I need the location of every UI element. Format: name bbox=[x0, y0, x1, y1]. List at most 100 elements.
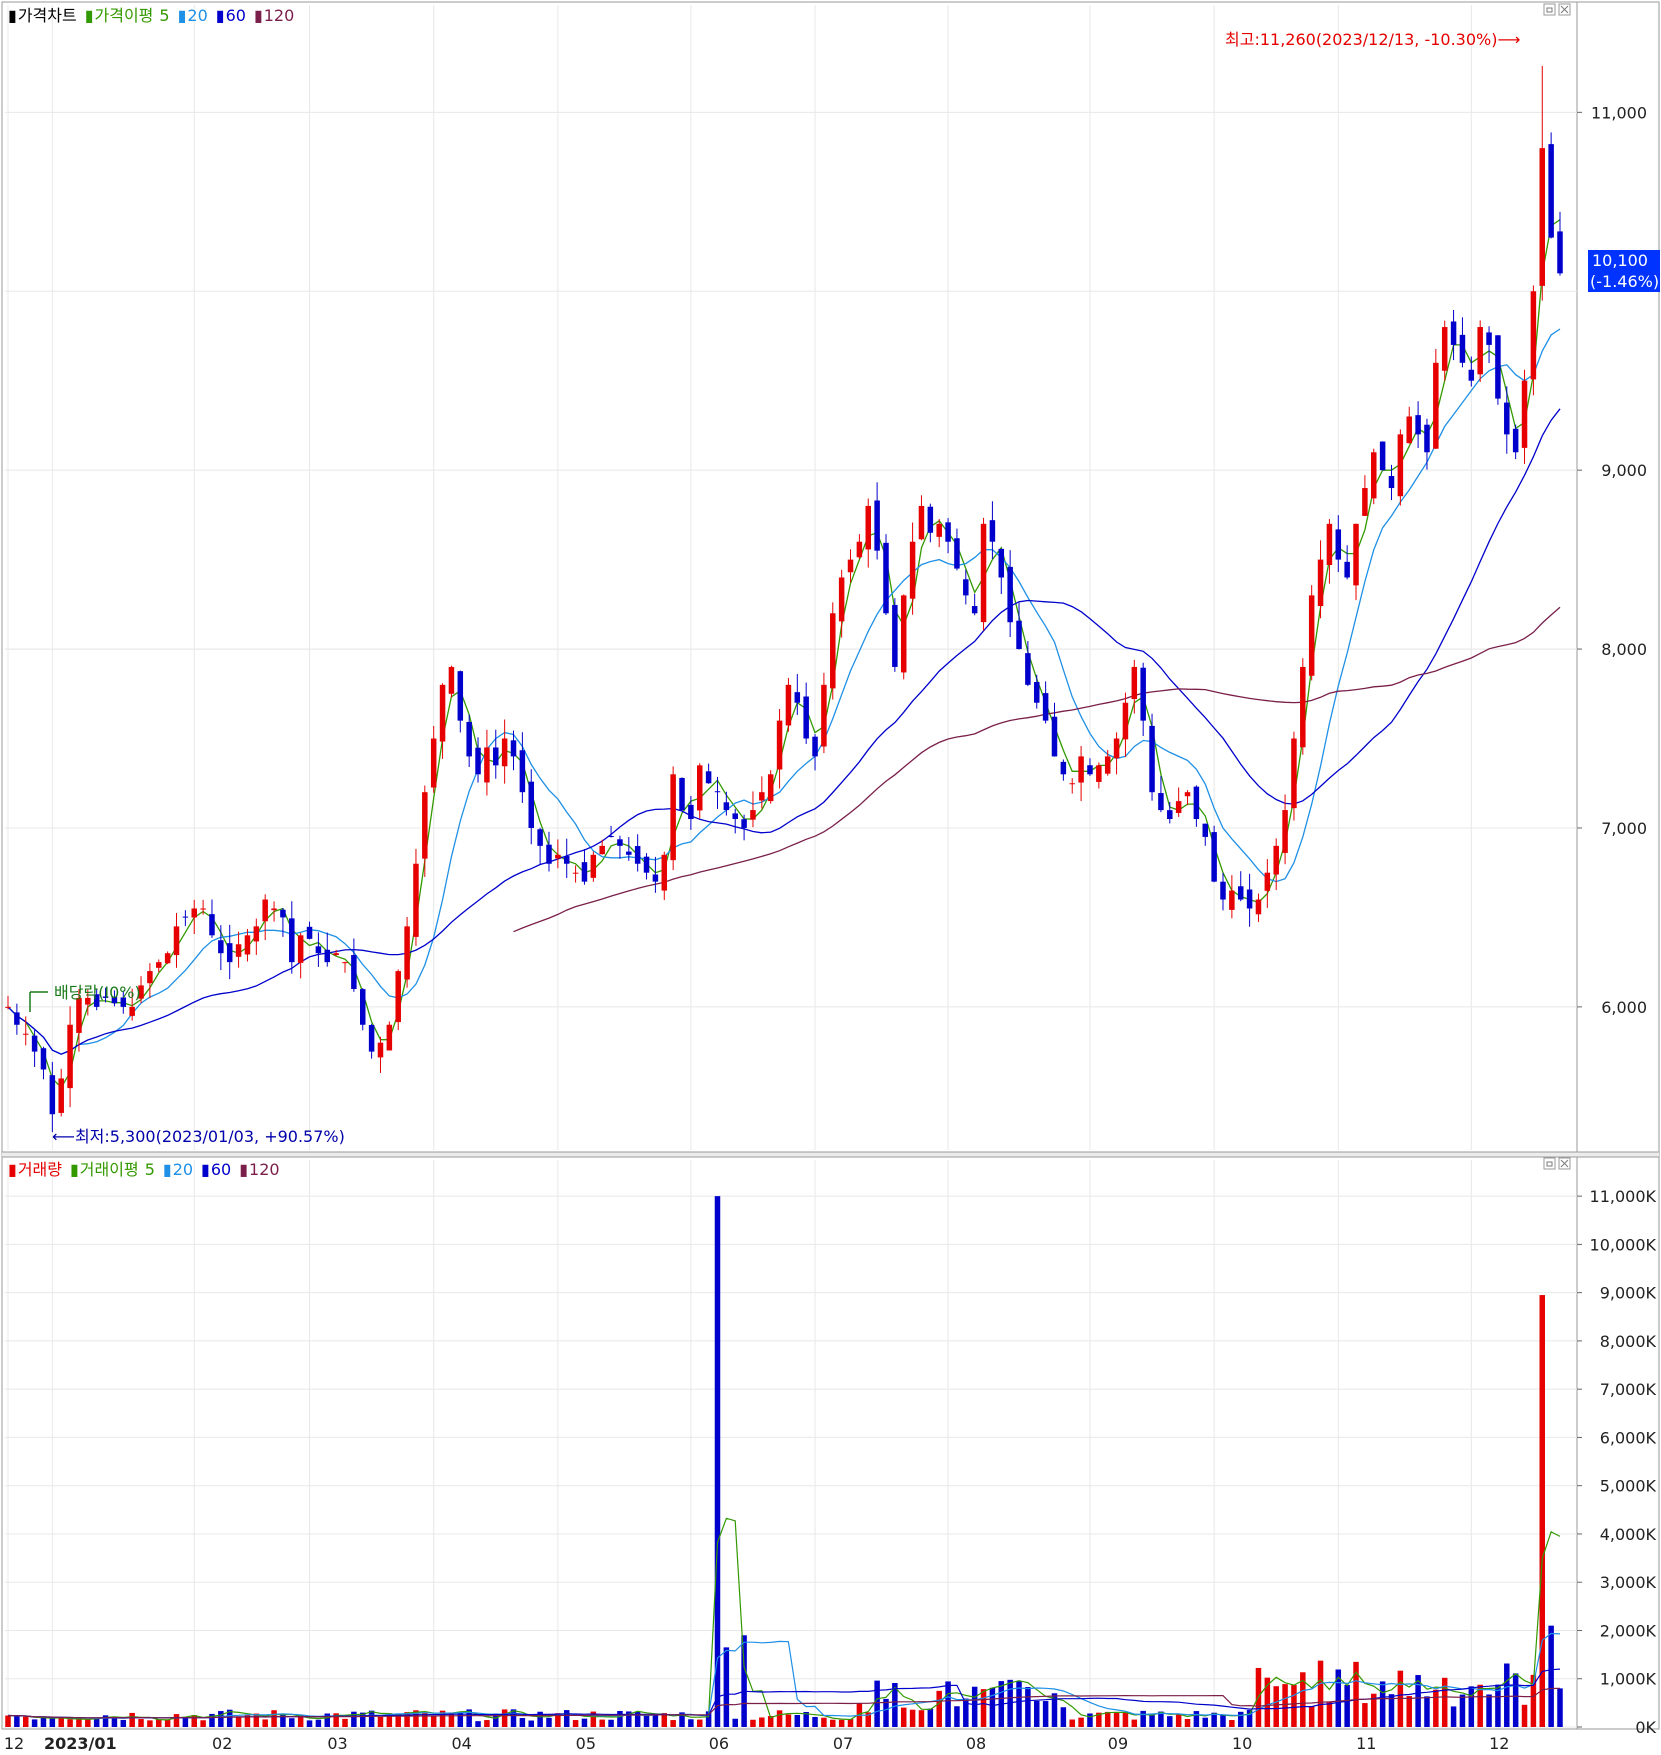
volume-bar bbox=[1175, 1714, 1182, 1727]
volume-bar bbox=[563, 1710, 570, 1727]
candle-body bbox=[200, 908, 206, 910]
volume-y-tick-label: 10,000K bbox=[1590, 1235, 1657, 1254]
volume-bar bbox=[1406, 1696, 1412, 1727]
candle-body bbox=[1459, 334, 1466, 363]
volume-bar bbox=[430, 1716, 437, 1727]
candle-body bbox=[395, 971, 401, 1023]
candle-body bbox=[147, 971, 153, 984]
price-panel-close-button[interactable] bbox=[1558, 3, 1571, 16]
candle-body bbox=[173, 926, 180, 956]
candle-body bbox=[980, 523, 987, 623]
volume-bar bbox=[1140, 1710, 1146, 1727]
candle-body bbox=[1034, 682, 1040, 703]
candle-body bbox=[351, 955, 357, 989]
volume-bar bbox=[164, 1720, 171, 1727]
candle-body bbox=[262, 899, 268, 922]
candle-body bbox=[1335, 529, 1342, 560]
volume-bar bbox=[643, 1715, 650, 1727]
candle-body bbox=[989, 520, 996, 542]
volume-bar bbox=[1273, 1686, 1279, 1727]
candle-body bbox=[359, 989, 366, 1025]
volume-bar bbox=[173, 1714, 180, 1727]
volume-bar bbox=[271, 1710, 277, 1727]
volume-panel-restore-button[interactable] bbox=[1543, 1157, 1556, 1170]
candle-body bbox=[1486, 332, 1492, 345]
volume-bar bbox=[1149, 1715, 1155, 1727]
candle-body bbox=[1087, 765, 1093, 775]
candle-body bbox=[821, 684, 827, 747]
volume-bar bbox=[182, 1717, 189, 1727]
volume-bar bbox=[191, 1715, 197, 1727]
candle-body bbox=[856, 541, 863, 558]
volume-bar bbox=[368, 1710, 375, 1727]
volume-bar bbox=[1548, 1625, 1554, 1727]
volume-bar bbox=[342, 1718, 348, 1727]
legend-item: 5 bbox=[159, 6, 169, 25]
candle-body bbox=[182, 916, 189, 918]
volume-bar bbox=[76, 1719, 82, 1727]
volume-y-tick-label: 8,000K bbox=[1600, 1332, 1657, 1351]
candle-body bbox=[1025, 653, 1031, 685]
candle-body bbox=[670, 774, 676, 861]
legend-marker: ▮ bbox=[178, 6, 187, 25]
candle-body bbox=[732, 813, 738, 820]
candle-body bbox=[1078, 756, 1084, 783]
volume-panel-close-button[interactable] bbox=[1558, 1157, 1571, 1170]
candle-body bbox=[333, 953, 339, 956]
volume-y-tick-label: 4,000K bbox=[1600, 1525, 1657, 1544]
candle-body bbox=[652, 874, 659, 882]
candle-body bbox=[1282, 810, 1288, 853]
legend-marker: ▮ bbox=[70, 1160, 79, 1179]
volume-bar bbox=[723, 1647, 730, 1727]
candle-body bbox=[1051, 716, 1058, 757]
volume-bar bbox=[138, 1719, 144, 1727]
volume-bar bbox=[1202, 1717, 1209, 1727]
price-panel-restore-button[interactable] bbox=[1543, 3, 1556, 16]
candle-body bbox=[555, 854, 561, 859]
candle-body bbox=[1255, 899, 1262, 915]
legend-marker: ▮ bbox=[239, 1160, 248, 1179]
volume-bar bbox=[617, 1711, 623, 1727]
candle-body bbox=[324, 949, 331, 963]
volume-bar bbox=[129, 1712, 135, 1727]
candle-body bbox=[5, 1006, 11, 1008]
candle-body bbox=[830, 613, 836, 689]
candle-body bbox=[40, 1048, 47, 1070]
legend-item: 20 bbox=[173, 1160, 193, 1179]
price-ma-5-line bbox=[7, 219, 1561, 1089]
candle-body bbox=[280, 909, 286, 918]
current-price-change: (-1.46%) bbox=[1590, 272, 1659, 291]
volume-bar bbox=[688, 1719, 694, 1727]
candle-body bbox=[49, 1075, 56, 1115]
volume-bar bbox=[1237, 1711, 1244, 1727]
candle-body bbox=[1060, 761, 1067, 775]
dividend-marker: 배당락(I0%) bbox=[29, 983, 141, 1012]
candle-body bbox=[563, 856, 570, 864]
volume-bar bbox=[927, 1708, 934, 1727]
volume-bar bbox=[909, 1709, 916, 1727]
volume-bar bbox=[1486, 1694, 1492, 1727]
candle-body bbox=[1042, 693, 1049, 721]
candle-body bbox=[1530, 291, 1537, 380]
candle-body bbox=[448, 666, 455, 694]
volume-bar bbox=[235, 1716, 242, 1727]
volume-bar bbox=[1069, 1719, 1075, 1727]
candle-body bbox=[1406, 416, 1412, 444]
volume-bar bbox=[1557, 1688, 1563, 1727]
volume-y-tick-label: 5,000K bbox=[1600, 1477, 1657, 1496]
candle-body bbox=[936, 523, 942, 537]
candle-body bbox=[1211, 832, 1217, 882]
candle-body bbox=[626, 851, 632, 855]
candle-body bbox=[1441, 327, 1448, 371]
volume-bar bbox=[989, 1687, 996, 1727]
volume-bar bbox=[1291, 1685, 1297, 1727]
volume-bar bbox=[1034, 1700, 1040, 1727]
volume-bar bbox=[794, 1714, 801, 1727]
price-legend: ▮가격차트 ▮가격이평 5 ▮20 ▮60 ▮120 bbox=[8, 6, 294, 25]
volume-bar bbox=[111, 1717, 118, 1727]
volume-bar bbox=[85, 1719, 91, 1727]
x-tick-label: 12 bbox=[1489, 1734, 1509, 1753]
candle-body bbox=[963, 579, 969, 596]
volume-bar bbox=[1424, 1696, 1430, 1727]
volume-bar bbox=[741, 1635, 747, 1727]
